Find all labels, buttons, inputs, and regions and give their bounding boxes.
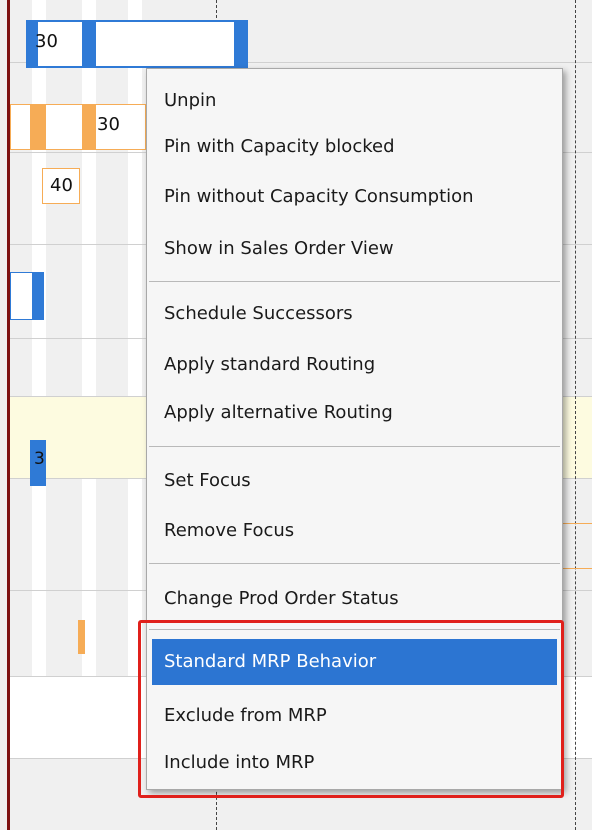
- operation-bar-label: 3: [34, 449, 45, 469]
- menu-item-pin-capacity-blocked[interactable]: Pin with Capacity blocked: [147, 127, 562, 167]
- menu-item-show-sales-order-view[interactable]: Show in Sales Order View: [147, 229, 562, 269]
- menu-item-unpin[interactable]: Unpin: [147, 81, 562, 121]
- operation-bar-segment: [82, 20, 96, 68]
- menu-item-set-focus[interactable]: Set Focus: [147, 461, 562, 501]
- menu-separator: [149, 563, 560, 564]
- menu-item-pin-without-capacity[interactable]: Pin without Capacity Consumption: [147, 177, 562, 217]
- operation-bar-label: 30: [35, 31, 58, 52]
- menu-item-apply-standard-routing[interactable]: Apply standard Routing: [147, 345, 562, 385]
- menu-item-schedule-successors[interactable]: Schedule Successors: [147, 294, 562, 334]
- timeline-marker: [575, 0, 576, 830]
- day-stripe: [82, 0, 96, 680]
- operation-bar[interactable]: [26, 20, 248, 68]
- menu-item-remove-focus[interactable]: Remove Focus: [147, 511, 562, 551]
- operation-bar-segment: [30, 104, 46, 150]
- menu-item-apply-alternative-routing[interactable]: Apply alternative Routing: [147, 393, 562, 433]
- operation-bar-segment: [82, 104, 96, 150]
- operation-bar-end: [234, 20, 248, 68]
- operation-bar-label: 40: [50, 175, 73, 196]
- mrp-options-callout: [138, 620, 564, 798]
- menu-separator: [149, 446, 560, 447]
- operation-bar-end: [32, 272, 44, 320]
- day-stripe: [32, 0, 46, 680]
- operation-bar[interactable]: [78, 620, 85, 654]
- menu-separator: [149, 281, 560, 282]
- day-stripe: [128, 0, 142, 680]
- operation-bar-label: 30: [97, 114, 120, 135]
- menu-item-change-prod-order-status[interactable]: Change Prod Order Status: [147, 579, 562, 619]
- operation-bar[interactable]: [560, 523, 592, 569]
